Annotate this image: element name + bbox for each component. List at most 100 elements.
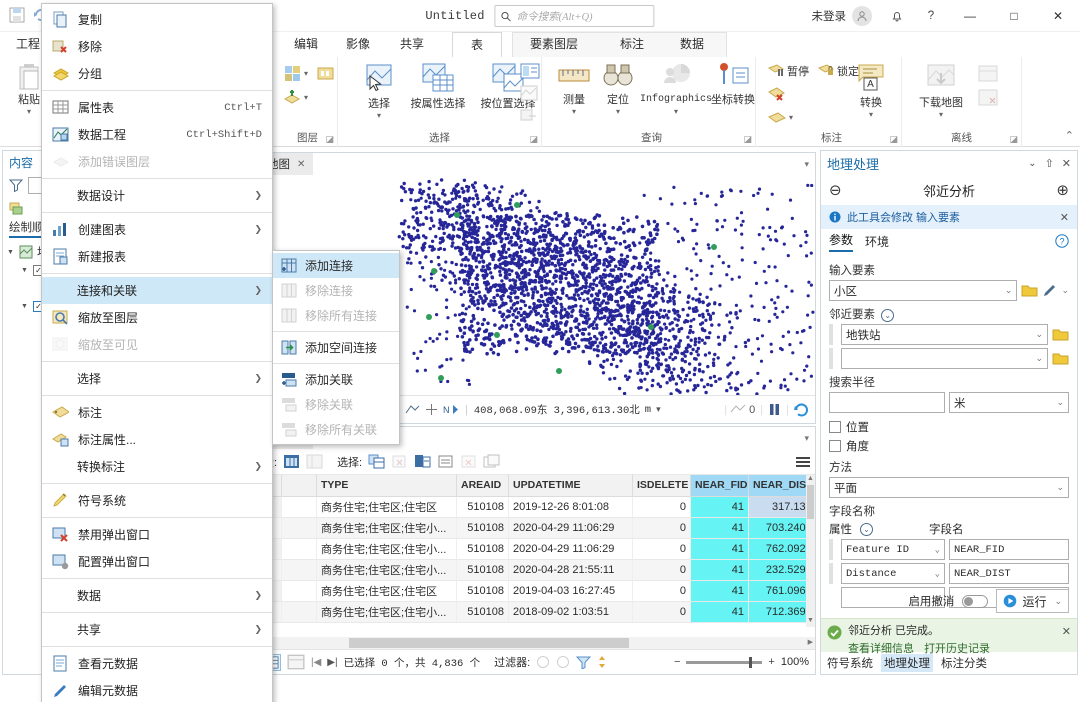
cell-near-dist[interactable]: 712.369847: [748, 601, 806, 623]
field-attribute-select-1[interactable]: Distance ⌄: [841, 563, 945, 584]
cell-isdelete[interactable]: 0: [632, 517, 691, 539]
download-map-button[interactable]: 下载地图 ▾: [912, 63, 970, 119]
table-vertical-scrollbar[interactable]: ▲ ▼: [806, 475, 815, 627]
browse-folder-icon[interactable]: [1021, 283, 1038, 298]
minimize-button[interactable]: —: [948, 0, 992, 32]
chevron-down-icon[interactable]: ▾: [596, 108, 640, 116]
cell-extra[interactable]: [281, 496, 317, 518]
chevron-down-icon[interactable]: ⌄: [1061, 285, 1069, 296]
cell-isdelete[interactable]: 0: [632, 580, 691, 602]
measure-button[interactable]: 测量 ▾: [552, 62, 596, 116]
convert-labels-button[interactable]: A 转换 ▾: [844, 61, 898, 119]
menu-item-共享[interactable]: 共享 ❯: [42, 616, 272, 643]
submenu-item-添加连接[interactable]: 添加连接: [273, 253, 399, 278]
cell-type[interactable]: 商务住宅;住宅区;住宅区: [316, 580, 457, 602]
labeling-dialog-launcher[interactable]: ◪: [889, 134, 898, 145]
cell-type[interactable]: 商务住宅;住宅区;住宅小...: [316, 601, 457, 623]
tab-label-class[interactable]: 标注分类: [941, 655, 987, 671]
cell-areaid[interactable]: 510108: [456, 496, 509, 518]
cell-isdelete[interactable]: 0: [632, 496, 691, 518]
first-record-button[interactable]: |◀: [311, 657, 321, 668]
menu-item-属性表[interactable]: 属性表 Ctrl+T: [42, 94, 272, 121]
zoom-in-button[interactable]: +: [768, 656, 774, 668]
menu-item-移除[interactable]: 移除: [42, 33, 272, 60]
tab-feature-layer[interactable]: 要素图层: [518, 32, 590, 57]
run-button[interactable]: 运行 ⌄: [996, 589, 1069, 613]
pin-icon[interactable]: ⇧: [1045, 157, 1054, 170]
cell-near-fid[interactable]: 41: [690, 517, 749, 539]
chevron-down-icon[interactable]: ▾: [552, 108, 596, 116]
menu-item-创建图表[interactable]: 创建图表 ❯: [42, 216, 272, 243]
browse-folder-icon[interactable]: [1052, 327, 1069, 342]
menu-item-转换标注[interactable]: 转换标注 ❯: [42, 453, 272, 480]
zoom-slider-thumb[interactable]: [749, 656, 753, 668]
scroll-right-arrow-icon[interactable]: ▶: [808, 638, 813, 646]
enable-undo-toggle[interactable]: [962, 594, 989, 608]
filter-icon[interactable]: [9, 178, 23, 192]
cell-areaid[interactable]: 510108: [456, 601, 509, 623]
chevron-down-icon[interactable]: ▾: [304, 93, 308, 102]
h-scroll-thumb[interactable]: [349, 638, 629, 648]
cell-isdelete[interactable]: 0: [632, 559, 691, 581]
filter-selected-icon[interactable]: [536, 655, 550, 669]
tab-table[interactable]: 表: [452, 32, 502, 57]
menu-item-缩放至图层[interactable]: 缩放至图层: [42, 304, 272, 331]
back-arrow-icon[interactable]: ⊖: [829, 181, 842, 199]
cell-near-fid[interactable]: 41: [690, 538, 749, 560]
location-checkbox[interactable]: [829, 421, 841, 433]
cell-areaid[interactable]: 510108: [456, 559, 509, 581]
table-row[interactable]: 商务住宅;住宅区;住宅小... 510108 2020-04-29 11:06:29…: [259, 538, 806, 560]
query-dialog-launcher[interactable]: ◪: [743, 134, 752, 145]
cell-extra[interactable]: [281, 559, 317, 581]
scroll-thumb[interactable]: [807, 485, 814, 519]
select-all-rows-icon[interactable]: [368, 454, 385, 469]
col-header-type[interactable]: TYPE: [316, 475, 457, 497]
menu-item-连接和关联[interactable]: 连接和关联 ❯: [42, 277, 272, 304]
cell-areaid[interactable]: 510108: [456, 517, 509, 539]
col-header-areaid[interactable]: AREAID: [456, 475, 509, 497]
menu-item-复制[interactable]: 复制: [42, 6, 272, 33]
infographics-button[interactable]: Infographics ▾: [640, 62, 712, 116]
zoom-to-selection-icon[interactable]: [437, 454, 454, 469]
tab-data[interactable]: 数据: [668, 32, 716, 57]
cell-near-fid[interactable]: 41: [690, 559, 749, 581]
layer-tools-row1[interactable]: ▾: [284, 65, 334, 82]
map-tab-overflow-icon[interactable]: ▾: [804, 159, 815, 170]
switch-selection-icon[interactable]: [414, 454, 431, 469]
table-row[interactable]: 商务住宅;住宅区;住宅小... 510108 2020-04-28 21:55:11…: [259, 559, 806, 581]
cell-updatetime[interactable]: 2020-04-29 11:06:29: [508, 538, 633, 560]
col-header-near-dist[interactable]: NEAR_DIST: [748, 475, 806, 497]
tab-symbology[interactable]: 符号系统: [827, 655, 873, 671]
chevron-down-icon[interactable]: ▾: [912, 111, 970, 119]
cell-type[interactable]: 商务住宅;住宅区;住宅小...: [316, 538, 457, 560]
browse-folder-icon[interactable]: [1052, 351, 1069, 366]
cell-type[interactable]: 商务住宅;住宅区;住宅小...: [316, 517, 457, 539]
copy-rows-icon[interactable]: [483, 454, 500, 469]
select-all-icon[interactable]: [520, 63, 540, 79]
expand-arrow-icon[interactable]: ▼: [21, 267, 29, 274]
zoom-out-button[interactable]: −: [674, 656, 680, 668]
table-options-menu-icon[interactable]: [795, 455, 811, 469]
cell-near-dist[interactable]: 703.240086: [748, 517, 806, 539]
tab-share[interactable]: 共享: [388, 32, 436, 57]
tab-parameters[interactable]: 参数: [829, 231, 854, 252]
cell-updatetime[interactable]: 2019-04-03 16:27:45: [508, 580, 633, 602]
cell-near-dist[interactable]: 317.13033: [748, 496, 806, 518]
chevron-down-icon[interactable]: ⌄: [1054, 596, 1062, 607]
menu-item-数据设计[interactable]: 数据设计 ❯: [42, 182, 272, 209]
calculate-field-icon[interactable]: [306, 454, 323, 469]
maximize-button[interactable]: □: [992, 0, 1036, 32]
tab-labeling[interactable]: 标注: [608, 32, 656, 57]
remove-labels-button[interactable]: [768, 87, 786, 102]
cell-extra[interactable]: [281, 601, 317, 623]
field-name-input-1[interactable]: NEAR_DIST: [949, 563, 1069, 584]
col-header-near-fid[interactable]: NEAR_FID: [690, 475, 749, 497]
multivalue-toggle-icon[interactable]: ⌄: [881, 309, 895, 322]
cell-isdelete[interactable]: 0: [632, 538, 691, 560]
map-tools-icon[interactable]: [405, 403, 420, 417]
search-radius-input[interactable]: [829, 392, 945, 413]
near-features-select-1[interactable]: ⌄: [841, 348, 1048, 369]
chevron-down-icon[interactable]: ▾: [789, 114, 793, 122]
close-icon[interactable]: ✕: [1062, 157, 1071, 170]
search-radius-unit-select[interactable]: 米 ⌄: [949, 392, 1069, 413]
